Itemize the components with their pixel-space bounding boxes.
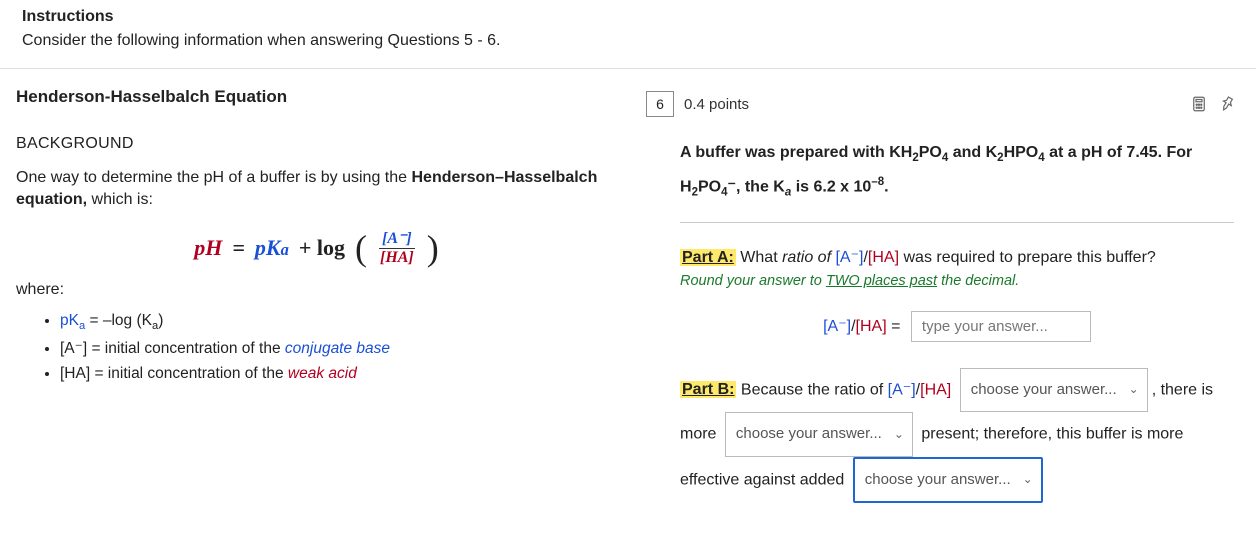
eq-ph: pH <box>194 235 222 261</box>
divider <box>680 222 1234 223</box>
dropdown-placeholder: choose your answer... <box>865 463 1011 498</box>
question-panel: 6 0.4 points A buffer was prepared with … <box>640 69 1256 513</box>
question-number: 6 <box>646 91 674 117</box>
conjugate-base-term: conjugate base <box>285 340 390 357</box>
instructions-block: Instructions Consider the following info… <box>0 0 1256 69</box>
background-intro: One way to determine the pH of a buffer … <box>16 167 617 210</box>
equation-title: Henderson-Hasselbalch Equation <box>16 87 617 107</box>
dropdown-placeholder: choose your answer... <box>971 373 1117 408</box>
eq-pka-p: p <box>255 235 266 260</box>
instructions-title: Instructions <box>22 8 1256 26</box>
part-b-dropdown-2[interactable]: choose your answer... ⌄ <box>725 412 913 457</box>
eq-plus-log: + log <box>299 235 345 261</box>
eq-rparen: ) <box>427 230 439 266</box>
part-b-dropdown-3[interactable]: choose your answer... ⌄ <box>853 457 1043 504</box>
question-points: 0.4 points <box>684 96 1180 113</box>
def-a-minus: [A⁻] = initial concentration of the conj… <box>60 337 617 360</box>
eq-pka-k: K <box>266 235 281 260</box>
chevron-down-icon: ⌄ <box>1129 376 1139 404</box>
def-ha: [HA] = initial concentration of the weak… <box>60 362 617 385</box>
eq-denominator: [HA] <box>377 249 417 267</box>
calculator-icon[interactable] <box>1190 95 1208 113</box>
part-a-answer-row: [A⁻]/[HA] = <box>680 311 1234 342</box>
chevron-down-icon: ⌄ <box>894 421 904 449</box>
part-b-dropdown-1[interactable]: choose your answer... ⌄ <box>960 368 1148 413</box>
ratio-ha: [HA] <box>856 318 887 335</box>
eq-pka-a: a <box>281 240 289 259</box>
eq-equals: = <box>232 235 245 261</box>
reference-panel: Henderson-Hasselbalch Equation BACKGROUN… <box>0 69 640 513</box>
question-prompt-line1: A buffer was prepared with KH2PO4 and K2… <box>680 141 1234 168</box>
question-prompt-line2: H2PO4⁻, the Ka is 6.2 x 10–8. <box>680 174 1234 202</box>
intro-text-a: One way to determine the pH of a buffer … <box>16 169 411 186</box>
ratio-a: [A⁻] <box>823 318 851 335</box>
ratio-input[interactable] <box>911 311 1091 342</box>
instructions-text: Consider the following information when … <box>22 32 1256 50</box>
definition-list: pKa = –log (Ka) [A⁻] = initial concentra… <box>60 309 617 385</box>
question-header: 6 0.4 points <box>640 69 1256 125</box>
def-pka: pKa = –log (Ka) <box>60 309 617 335</box>
part-b-label: Part B: <box>680 381 736 398</box>
part-b-block: Part B: Because the ratio of [A⁻]/[HA] c… <box>680 368 1234 504</box>
where-label: where: <box>16 281 617 299</box>
background-label: BACKGROUND <box>16 135 617 153</box>
def-pka-term: pKa <box>60 312 85 329</box>
eq-fraction: [A⁻] [HA] <box>377 228 417 267</box>
intro-text-b: which is: <box>87 191 153 208</box>
part-a-question: Part A: What ratio of [A⁻]/[HA] was requ… <box>680 245 1234 271</box>
dropdown-placeholder: choose your answer... <box>736 417 882 452</box>
pin-icon[interactable] <box>1218 95 1236 113</box>
eq-numerator: [A⁻] <box>379 228 415 249</box>
ratio-equals: = <box>887 318 905 335</box>
eq-lparen: ( <box>355 230 367 266</box>
hh-equation: pH = pKa + log ( [A⁻] [HA] ) <box>16 228 617 267</box>
part-a-hint: Round your answer to TWO places past the… <box>680 273 1234 289</box>
weak-acid-term: weak acid <box>288 365 357 382</box>
eq-pka: pKa <box>255 235 289 261</box>
chevron-down-icon: ⌄ <box>1023 466 1033 494</box>
part-a-label: Part A: <box>680 249 736 266</box>
